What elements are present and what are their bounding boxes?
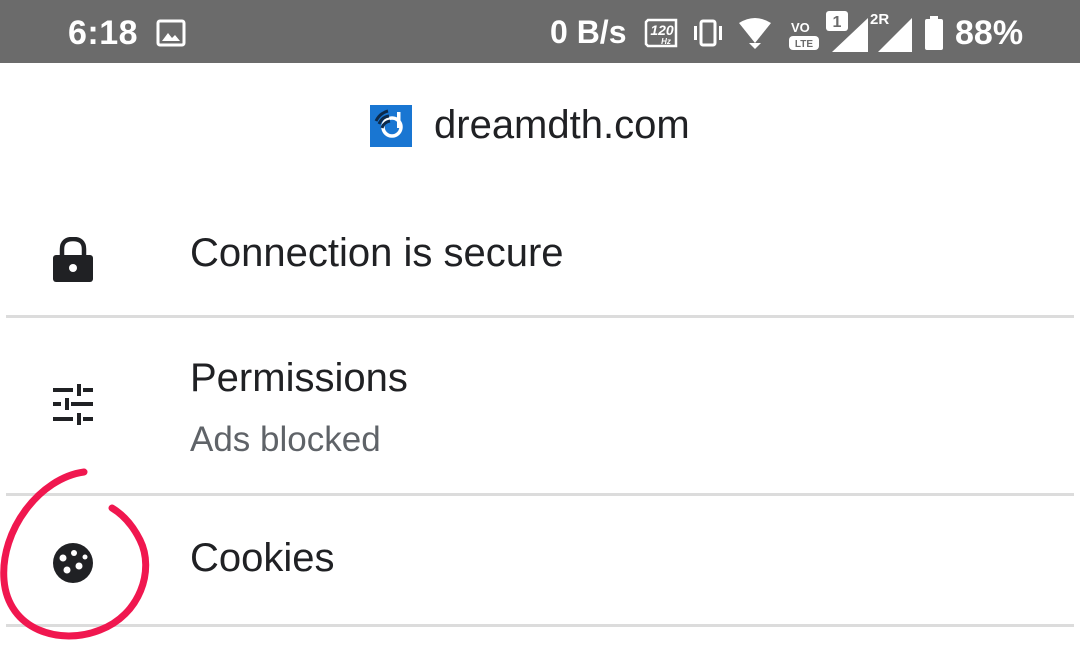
sim1-badge: 1 [825, 10, 849, 37]
battery-percent: 88% [955, 14, 1024, 52]
volte-bottom: LTE [795, 39, 813, 50]
connection-status-title: Connection is secure [190, 231, 564, 275]
vibrate-icon [690, 18, 726, 53]
volte-top: VO [791, 20, 810, 35]
site-info-header: dreamdth.com [0, 63, 1080, 193]
tune-icon [50, 384, 96, 431]
connection-security-row[interactable]: Connection is secure [0, 193, 1080, 315]
cookie-icon [50, 542, 96, 589]
refresh-rate-icon: 120 Hz [644, 18, 680, 53]
status-time: 6:18 [68, 14, 139, 52]
site-favicon-icon [370, 105, 412, 147]
wifi-icon [737, 17, 773, 54]
network-speed: 0 B/s [550, 14, 627, 50]
volte-icon: VO LTE [787, 18, 823, 57]
refresh-rate-value: 120 [650, 22, 674, 38]
refresh-rate-unit: Hz [661, 37, 671, 46]
cookies-row[interactable]: Cookies [0, 496, 1080, 624]
image-notification-icon [156, 19, 186, 52]
permissions-title: Permissions [190, 356, 408, 400]
site-domain: dreamdth.com [434, 103, 690, 147]
divider [6, 624, 1074, 627]
permissions-row[interactable]: Permissions Ads blocked [0, 318, 1080, 493]
cookies-title: Cookies [190, 536, 335, 580]
permissions-subtitle: Ads blocked [190, 420, 381, 459]
status-bar: 6:18 0 B/s 120 Hz VO LTE 1 2R 88% [0, 0, 1080, 63]
lock-icon [50, 236, 96, 288]
sim1-label: 1 [833, 14, 842, 31]
sim2-label: 2R [870, 11, 890, 28]
battery-icon [923, 15, 945, 56]
